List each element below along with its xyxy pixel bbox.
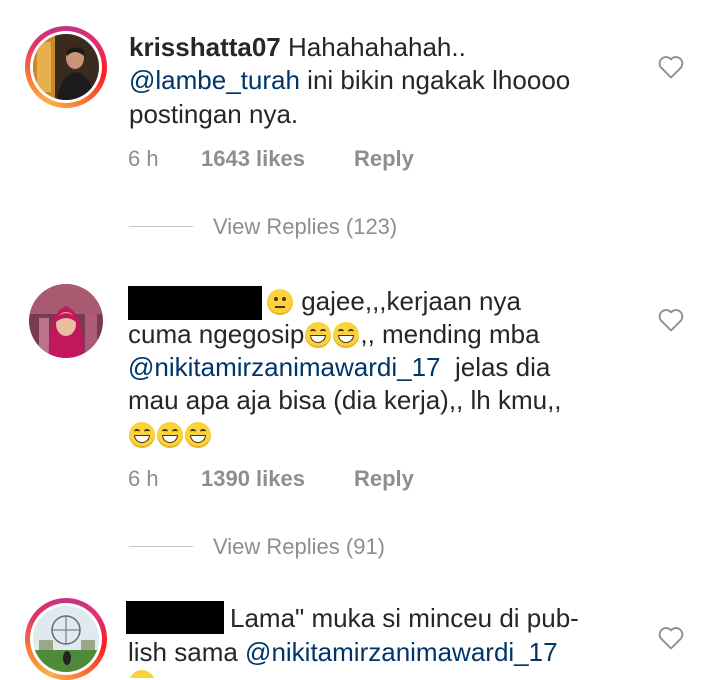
comment-text: Lama" muka si minceu di pub- (230, 603, 579, 633)
grinning-squinting-face-icon (129, 422, 155, 448)
comment-line: krisshatta07 Hahahahahah.. (129, 31, 466, 64)
avatar (33, 606, 99, 672)
comment-text: jelas dia (440, 352, 551, 382)
comment-line (128, 418, 212, 451)
comment-text: ini bikin ngakak lhoooo (299, 65, 571, 95)
comment-text: cuma ngegosip (128, 319, 305, 349)
comment-line: mau apa aja bisa (dia kerja),, lh kmu,, (128, 384, 562, 417)
redacted-username (126, 601, 224, 634)
mention-link[interactable]: @lambe_turah (129, 65, 300, 95)
heart-icon[interactable] (657, 54, 685, 80)
comment-line: postingan nya. (129, 98, 298, 131)
comment-text: postingan nya. (129, 99, 299, 129)
replies-divider (129, 226, 193, 227)
grinning-squinting-face-icon (157, 422, 183, 448)
comment-line: Lama" muka si minceu di pub- (230, 602, 579, 635)
view-replies-button[interactable]: View Replies (123) (213, 214, 397, 240)
comment-line: cuma ngegosip ,, mending mba (128, 318, 540, 351)
grinning-squinting-face-icon (333, 322, 360, 348)
comment-line: @lambe_turah ini bikin ngakak lhoooo (129, 64, 570, 97)
comment-line: lish sama @nikitamirzanimawardi_17 (128, 636, 558, 669)
emoji-partial (128, 670, 154, 678)
comment-likes[interactable]: 1643 likes (201, 146, 305, 172)
comment-time: 6 h (128, 146, 159, 171)
comment-text: Hahahahahah.. (288, 32, 466, 62)
grinning-squinting-face-icon (185, 422, 211, 448)
reply-button[interactable]: Reply (354, 146, 414, 172)
comment-time: 6 h (128, 466, 159, 491)
neutral-face-icon (267, 289, 293, 315)
comment-text: ,, mending mba (360, 319, 540, 349)
replies-divider (129, 546, 193, 547)
grinning-squinting-face-icon (305, 322, 332, 348)
comment-line: @nikitamirzanimawardi_17 jelas dia (128, 351, 550, 384)
redacted-username (128, 286, 262, 320)
view-replies-button[interactable]: View Replies (91) (213, 534, 385, 560)
reply-button[interactable]: Reply (354, 466, 414, 492)
comment-username[interactable]: krisshatta07 (129, 32, 281, 62)
comment-line: gajee,,,kerjaan nya (266, 285, 521, 318)
comment-text: mau apa aja bisa (dia kerja),, lh kmu,, (128, 385, 562, 415)
comment-likes[interactable]: 1390 likes (201, 466, 305, 492)
avatar-story-ring[interactable] (25, 598, 107, 680)
mention-link[interactable]: @nikitamirzanimawardi_17 (128, 352, 441, 382)
avatar (33, 34, 99, 100)
mention-link[interactable]: @nikitamirzanimawardi_17 (245, 637, 558, 667)
avatar[interactable] (29, 284, 103, 358)
comment-text: gajee,,,kerjaan nya (294, 286, 521, 316)
comment-text: lish sama (128, 637, 246, 667)
heart-icon[interactable] (657, 625, 685, 651)
grinning-squinting-face-icon (129, 670, 154, 678)
avatar-story-ring[interactable] (25, 26, 107, 108)
heart-icon[interactable] (657, 307, 685, 333)
